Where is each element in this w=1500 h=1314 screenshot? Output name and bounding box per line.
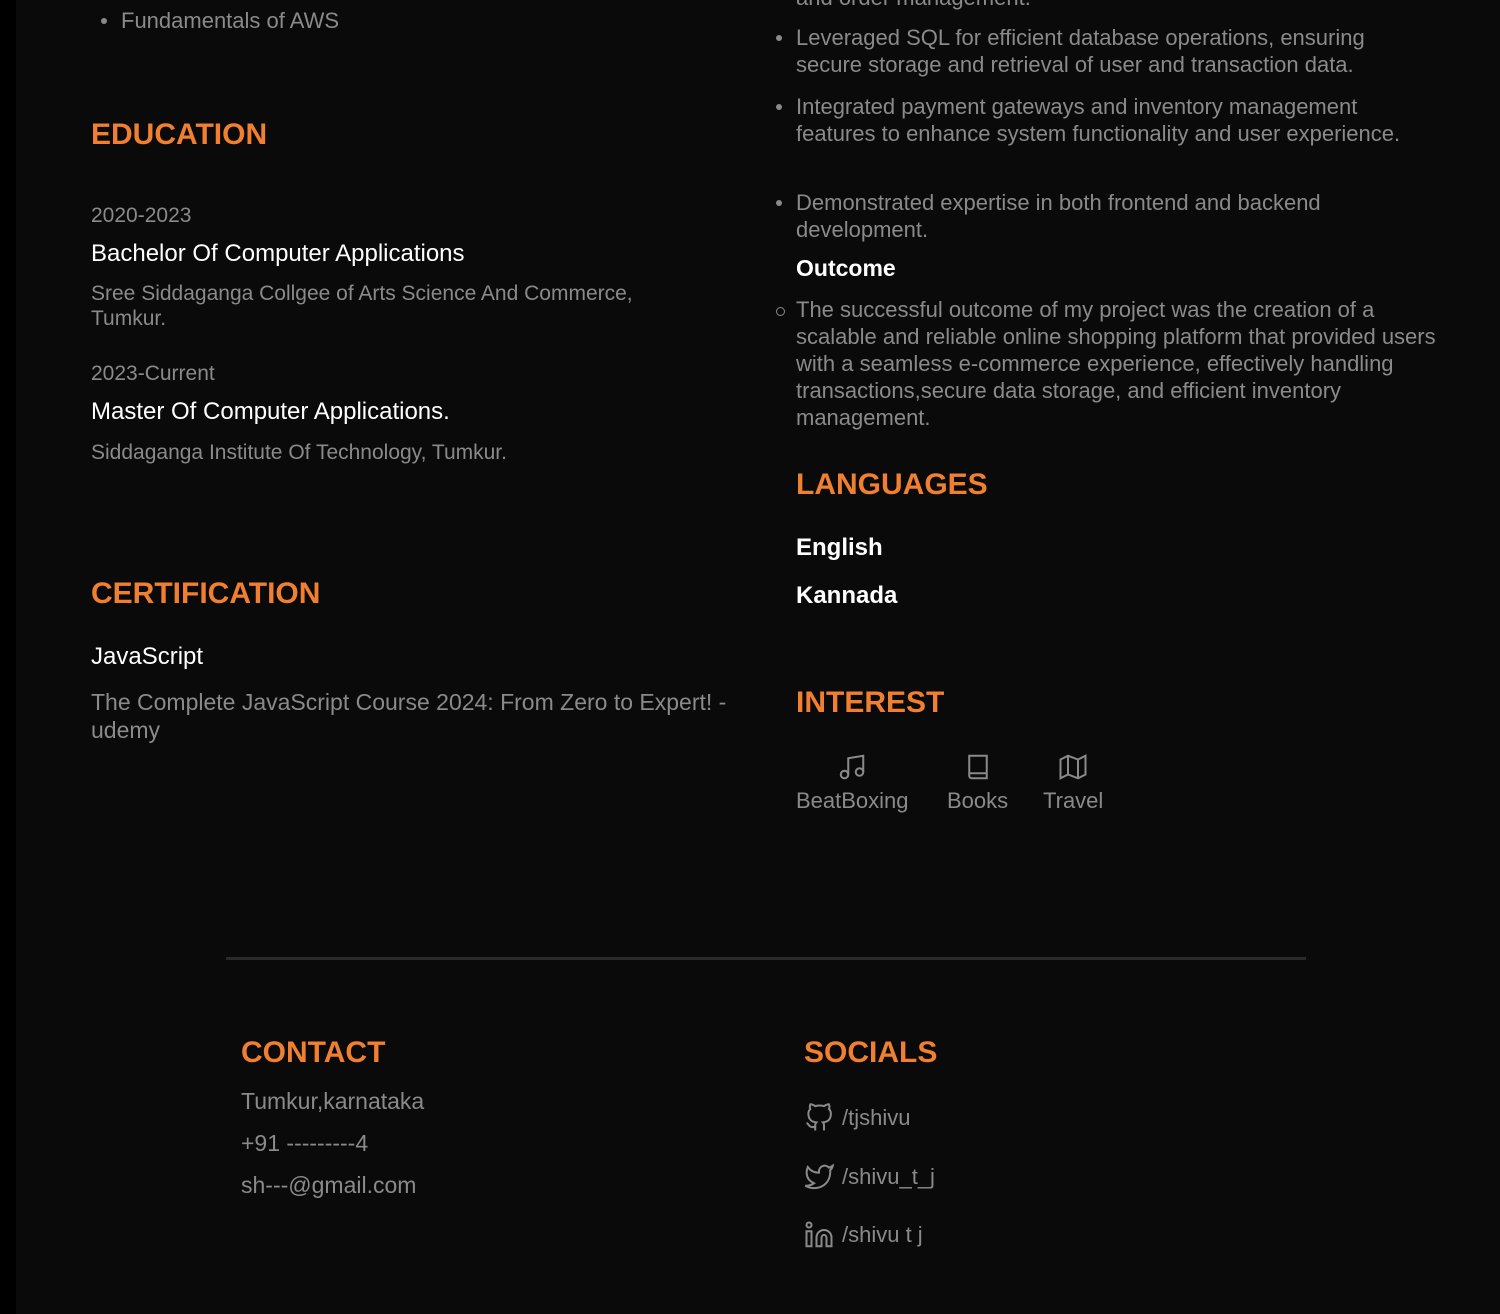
contact-location: Tumkur,karnataka xyxy=(241,1088,425,1114)
github-handle: /tjshivu xyxy=(842,1105,911,1130)
skill-item: Fundamentals of AWS xyxy=(101,7,421,34)
book-icon xyxy=(967,754,988,780)
linkedin-handle: /shivu t j xyxy=(842,1222,923,1247)
project-bullet: Demonstrated expertise in both frontend … xyxy=(776,189,1396,243)
edu-school: Siddaganga Institute Of Technology, Tumk… xyxy=(91,441,507,464)
contact-email[interactable]: sh---@gmail.com xyxy=(241,1172,416,1199)
map-icon xyxy=(1059,754,1087,780)
education-heading: EDUCATION xyxy=(91,118,268,151)
edu-school: Sree Siddaganga Collgee of Arts Science … xyxy=(91,282,633,330)
contact-phone: +91 ---------4 xyxy=(241,1130,369,1156)
edu-degree: Bachelor Of Computer Applications xyxy=(91,240,465,267)
languages-heading: LANGUAGES xyxy=(796,468,988,501)
footer-divider xyxy=(226,957,1306,960)
interest-label: Travel xyxy=(1043,788,1104,813)
resume-page: Fundamentals of AWS EDUCATION 2020-2023 … xyxy=(16,0,1500,1314)
contact-heading: CONTACT xyxy=(241,1036,386,1069)
interest-heading: INTEREST xyxy=(796,686,945,719)
edu-years: 2023-Current xyxy=(91,362,215,385)
interest-label: Books xyxy=(947,788,1009,813)
interest-item: BeatBoxing xyxy=(796,752,909,814)
project-partial-text: and order management. xyxy=(796,0,1031,11)
language-item: Kannada xyxy=(796,582,898,609)
github-icon xyxy=(806,1103,832,1131)
linkedin-link[interactable]: /shivu t j xyxy=(804,1220,923,1250)
interest-item: Books xyxy=(947,752,1008,814)
edu-years: 2020-2023 xyxy=(91,204,192,227)
socials-heading: SOCIALS xyxy=(804,1036,938,1069)
twitter-icon xyxy=(804,1163,834,1190)
edu-degree: Master Of Computer Applications. xyxy=(91,398,450,425)
interest-label: BeatBoxing xyxy=(796,788,909,813)
language-item: English xyxy=(796,534,883,561)
linkedin-icon xyxy=(805,1221,833,1248)
cert-desc: The Complete JavaScript Course 2024: Fro… xyxy=(91,689,727,743)
project-bullet: Leveraged SQL for efficient database ope… xyxy=(776,24,1436,78)
project-bullet: Integrated payment gateways and inventor… xyxy=(776,93,1426,147)
twitter-link[interactable]: /shivu_t_j xyxy=(804,1162,935,1192)
cert-title: JavaScript xyxy=(91,643,204,670)
music-icon xyxy=(840,754,865,780)
outcome-text: The successful outcome of my project was… xyxy=(776,297,1436,430)
certification-heading: CERTIFICATION xyxy=(91,577,321,610)
twitter-handle: /shivu_t_j xyxy=(842,1164,935,1189)
github-link[interactable]: /tjshivu xyxy=(804,1103,910,1133)
interest-item: Travel xyxy=(1043,752,1103,814)
outcome-label: Outcome xyxy=(796,255,896,281)
